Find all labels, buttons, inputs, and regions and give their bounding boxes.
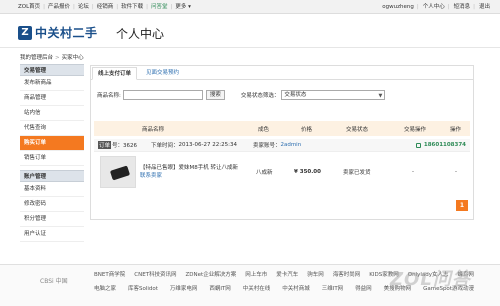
order-time: 2013-06-27 22:25:34 xyxy=(178,142,237,148)
footer-link[interactable]: ZDNet企业解决方案 xyxy=(186,270,237,278)
sidebar-item-verification[interactable]: 用户认证 xyxy=(20,227,84,242)
sidebar-item-password[interactable]: 修改密码 xyxy=(20,197,84,212)
seller-phone: 18601108374 xyxy=(423,142,466,148)
tab-meetup-orders[interactable]: 见面交易预约 xyxy=(141,67,184,80)
top-nav-home[interactable]: ZOL首页 xyxy=(18,3,40,11)
logout-link[interactable]: 退出 xyxy=(479,3,490,11)
filter-bar: 商品名称: 搜索 交易状态筛选： 交易状态 ▼ xyxy=(97,90,386,100)
personal-center-link[interactable]: 个人中心 xyxy=(423,3,445,11)
breadcrumb: 我的管理后台 > 买家中心 xyxy=(20,53,84,61)
trade-status: 卖家已发货 xyxy=(343,170,371,176)
logo-icon: Z xyxy=(18,25,32,40)
top-nav-more[interactable]: 更多 xyxy=(175,3,186,11)
status-select[interactable]: 交易状态 ▼ xyxy=(281,90,386,100)
seller-account[interactable]: 2admin xyxy=(280,142,301,148)
username[interactable]: ogwuzheng xyxy=(382,3,414,11)
sidebar-item-profile[interactable]: 基本资料 xyxy=(20,182,84,197)
phone-icon xyxy=(109,165,131,181)
footer-link[interactable]: 驹车网 xyxy=(307,270,324,278)
page-title: 个人中心 xyxy=(116,27,165,41)
footer-link[interactable]: BNET商学院 xyxy=(94,270,125,278)
order-tag: 订单 xyxy=(98,141,112,149)
footer-link[interactable]: 得益网 xyxy=(355,284,372,292)
col-price: 价格 xyxy=(301,126,313,133)
product-name-label: 商品名称: xyxy=(97,93,121,99)
logo-text: 中关村二手 xyxy=(35,26,98,40)
footer-link[interactable]: CNET科技资讯网 xyxy=(134,270,176,278)
product-name-input[interactable] xyxy=(122,90,203,100)
sidebar-section-title-trade: 交易管理 xyxy=(20,64,84,76)
order-header-row: 订单 号：3626 下单时间： 2013-06-27 22:25:34 卖家账号： 2… xyxy=(94,139,470,152)
tab-online-orders[interactable]: 线上支付订单 xyxy=(92,67,138,80)
chevron-right-icon: > xyxy=(55,55,60,61)
product-thumbnail[interactable] xyxy=(100,156,136,188)
footer-link[interactable]: 海客时尚网 xyxy=(333,270,361,278)
sidebar-item-purchase-orders[interactable]: 购买订单 xyxy=(20,136,84,151)
sidebar-item-publish[interactable]: 发布新商品 xyxy=(20,76,84,91)
breadcrumb-current: 买家中心 xyxy=(61,55,84,61)
seller-account-label: 卖家账号： xyxy=(252,143,281,149)
breadcrumb-home[interactable]: 我的管理后台 xyxy=(20,55,53,61)
product-condition: 八成新 xyxy=(256,170,273,176)
footer-link[interactable]: 电脑之家 xyxy=(94,284,116,292)
top-nav-forum[interactable]: 论坛 xyxy=(78,3,89,11)
sidebar-item-inbox[interactable]: 站内信 xyxy=(20,106,84,121)
sidebar: 交易管理 发布新商品 商品管理 站内信 代售查询 购买订单 销售订单 账户管理 … xyxy=(20,64,84,242)
pagination-current-page[interactable]: 1 xyxy=(456,200,468,211)
col-status: 交易状态 xyxy=(346,126,369,133)
footer-link[interactable]: 爱卡汽车 xyxy=(276,270,298,278)
product-info: 【特品已售眼】爱妹M8手机 转让八成新 联系卖家 xyxy=(140,164,240,180)
col-condition: 成色 xyxy=(258,126,270,133)
lock-icon xyxy=(415,142,421,148)
watermark: ZOL问答 xyxy=(390,269,471,290)
footer-link[interactable]: 中关村商城 xyxy=(282,284,310,292)
sidebar-item-consign[interactable]: 代售查询 xyxy=(20,121,84,136)
status-select-value: 交易状态 xyxy=(284,92,307,98)
user-links: ogwuzheng | 个人中心 | 短消息 | 退出 xyxy=(382,3,490,11)
trade-action: - xyxy=(412,169,414,175)
top-nav: ZOL首页 | 产品报价 | 论坛 | 经销商 | 软件下载 | 问答堂 | 更多 ▾ xyxy=(18,3,191,11)
status-filter-label: 交易状态筛选： xyxy=(240,93,280,99)
footer-link[interactable]: 万维家电网 xyxy=(170,284,198,292)
footer-link[interactable]: 中关村在线 xyxy=(243,284,271,292)
chevron-down-icon: ▼ xyxy=(378,93,383,99)
operation: - xyxy=(455,169,457,175)
footer-link[interactable]: 库客Solidot xyxy=(128,284,158,292)
footer-brand: CBSi 中国 xyxy=(40,278,68,285)
sidebar-item-sales-orders[interactable]: 销售订单 xyxy=(20,151,84,166)
main-panel: 线上支付订单 见面交易预约 商品名称: 搜索 交易状态筛选： 交易状态 ▼ 商品名… xyxy=(90,65,474,220)
tab-bar: 线上支付订单 见面交易预约 xyxy=(91,66,473,80)
top-nav-prices[interactable]: 产品报价 xyxy=(48,3,70,11)
order-number: 号：3626 xyxy=(112,143,138,149)
logo[interactable]: Z 中关村二手 xyxy=(18,24,98,41)
footer-link[interactable]: 三维IT网 xyxy=(322,284,343,292)
sidebar-item-products[interactable]: 商品管理 xyxy=(20,91,84,106)
footer-link[interactable]: 网上车市 xyxy=(245,270,267,278)
table-row: 【特品已售眼】爱妹M8手机 转让八成新 联系卖家 八成新 ¥ 350.00 卖家… xyxy=(94,152,470,192)
order-time-label: 下单时间： xyxy=(151,143,179,149)
sidebar-item-points[interactable]: 积分管理 xyxy=(20,212,84,227)
top-nav-download[interactable]: 软件下载 xyxy=(121,3,143,11)
col-product-name: 商品名称 xyxy=(142,126,165,133)
table-header: 商品名称 成色 价格 交易状态 交易操作 操作 xyxy=(94,121,470,136)
top-nav-qa[interactable]: 问答堂 xyxy=(151,3,168,11)
sidebar-section-title-account: 账户管理 xyxy=(20,170,84,182)
search-button[interactable]: 搜索 xyxy=(205,90,225,100)
footer-link[interactable]: 西蜗IT网 xyxy=(209,284,230,292)
product-price: ¥ 350.00 xyxy=(294,169,321,175)
col-operation: 操作 xyxy=(450,126,462,133)
col-action: 交易操作 xyxy=(404,126,427,133)
messages-link[interactable]: 短消息 xyxy=(454,3,471,11)
top-nav-dealer[interactable]: 经销商 xyxy=(97,3,114,11)
product-name[interactable]: 【特品已售眼】爱妹M8手机 转让八成新 xyxy=(140,164,240,172)
chevron-down-icon[interactable]: ▾ xyxy=(186,3,191,11)
contact-seller-link[interactable]: 联系卖家 xyxy=(140,172,240,180)
